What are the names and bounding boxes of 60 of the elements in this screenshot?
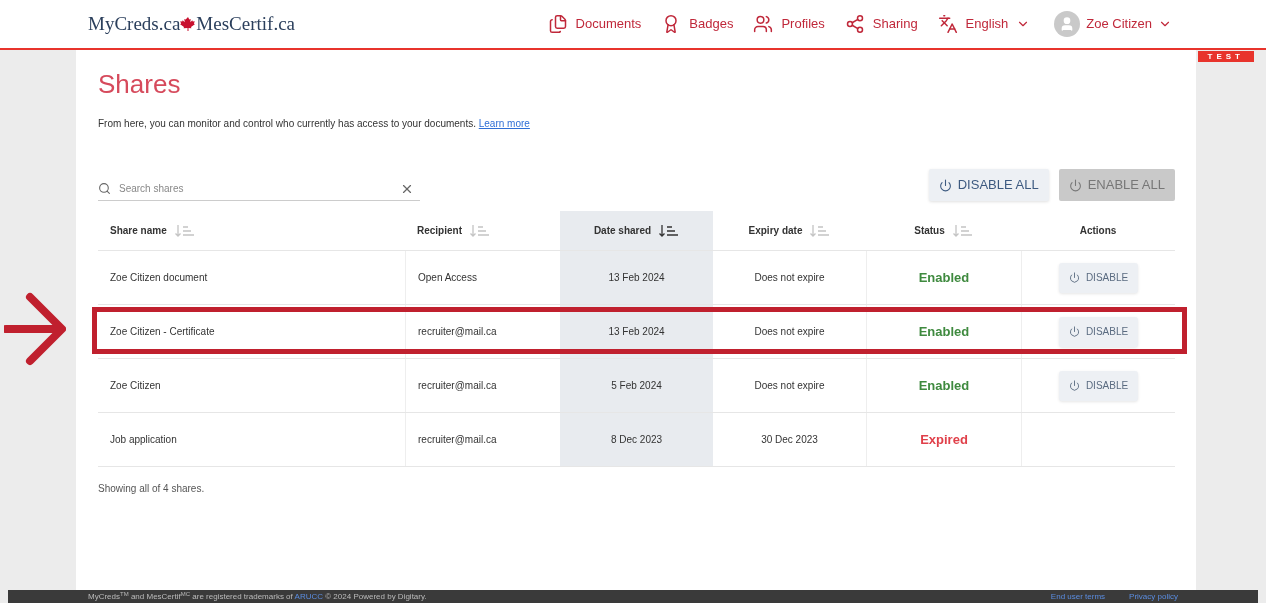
column-header: Actions: [1079, 224, 1117, 238]
nav-link[interactable]: Profiles: [753, 14, 825, 34]
footer-link[interactable]: End user terms: [1050, 591, 1106, 602]
logo-text[interactable]: MesCertif.ca: [196, 9, 295, 39]
status-text: Enabled: [918, 322, 970, 341]
avatar-icon: [1054, 11, 1081, 37]
disable-button[interactable]: DISABLE: [1058, 262, 1139, 293]
table-cell-text: 13 Feb 2024: [608, 271, 665, 285]
maple-leaf-icon: [180, 16, 197, 32]
table-cell-text: Zoe Citizen document: [110, 271, 208, 285]
table-cell-text: 13 Feb 2024: [608, 325, 665, 339]
power-icon: [1068, 380, 1080, 391]
power-icon: [1068, 272, 1080, 283]
logo-text[interactable]: MyCreds.ca: [88, 9, 181, 39]
search-icon: [98, 182, 111, 195]
column-header[interactable]: Recipient: [417, 223, 490, 238]
table-cell-text: recruiter@mail.ca: [418, 379, 497, 393]
table-cell-text: 30 Dec 2023: [761, 433, 818, 447]
disable-button[interactable]: DISABLE: [1058, 316, 1139, 347]
trademark-notice: MyCreds$^{TM}$ and MesCertif$^{MC}$ are registered trademarks of ARUCC © 2024 Powered by Digitary.: [88, 591, 427, 602]
translate-icon: [937, 14, 958, 34]
table-cell-text: recruiter@mail.ca: [418, 325, 497, 339]
nav-link[interactable]: Sharing: [844, 14, 918, 34]
bulk-action-button[interactable]: DISABLE ALL: [928, 169, 1049, 201]
summary-text: Showing all of 4 shares.: [98, 482, 205, 496]
power-icon: [938, 178, 952, 192]
table-cell-text: Zoe Citizen: [110, 379, 161, 393]
documents-icon: [547, 14, 568, 34]
disable-button[interactable]: DISABLE: [1058, 370, 1139, 401]
nav-link[interactable]: English: [937, 14, 1031, 34]
page-title: Shares: [98, 68, 181, 100]
arucc-link[interactable]: ARUCC: [294, 591, 323, 601]
power-icon: [1068, 326, 1080, 337]
table-cell-text: 8 Dec 2023: [610, 433, 663, 447]
power-icon: [1068, 178, 1082, 192]
people-icon: [753, 14, 774, 34]
table-cell-text: 5 Feb 2024: [611, 379, 662, 393]
table-cell-text: Zoe Citizen - Certificate: [110, 325, 215, 339]
learn-more-link[interactable]: Learn more: [478, 118, 530, 129]
search-input[interactable]: Search shares: [119, 181, 392, 196]
table-cell-text: Open Access: [418, 271, 477, 285]
sort-icon[interactable]: [659, 223, 680, 238]
nav-link[interactable]: Badges: [661, 14, 734, 34]
status-text: Enabled: [918, 268, 970, 287]
column-header[interactable]: Expiry date: [748, 223, 831, 238]
table-cell-text: Does not expire: [754, 271, 825, 285]
table-cell-text: Does not expire: [754, 325, 825, 339]
nav-link[interactable]: Documents: [547, 14, 642, 34]
user-menu[interactable]: Zoe Citizen: [1054, 11, 1172, 37]
status-text: Enabled: [918, 376, 970, 395]
column-header[interactable]: Status: [914, 223, 973, 238]
share-icon: [844, 14, 865, 34]
env-badge: TEST: [1197, 51, 1254, 62]
table-cell-text: Job application: [110, 433, 177, 447]
table-cell-text: Does not expire: [754, 379, 825, 393]
footer-link[interactable]: Privacy policy: [1129, 591, 1178, 602]
status-text: Expired: [920, 430, 968, 449]
column-header[interactable]: Share name: [110, 223, 195, 238]
table-cell-text: recruiter@mail.ca: [418, 433, 497, 447]
intro-text: From here, you can monitor and control who currently has access to your documents. Learn more: [98, 117, 530, 131]
